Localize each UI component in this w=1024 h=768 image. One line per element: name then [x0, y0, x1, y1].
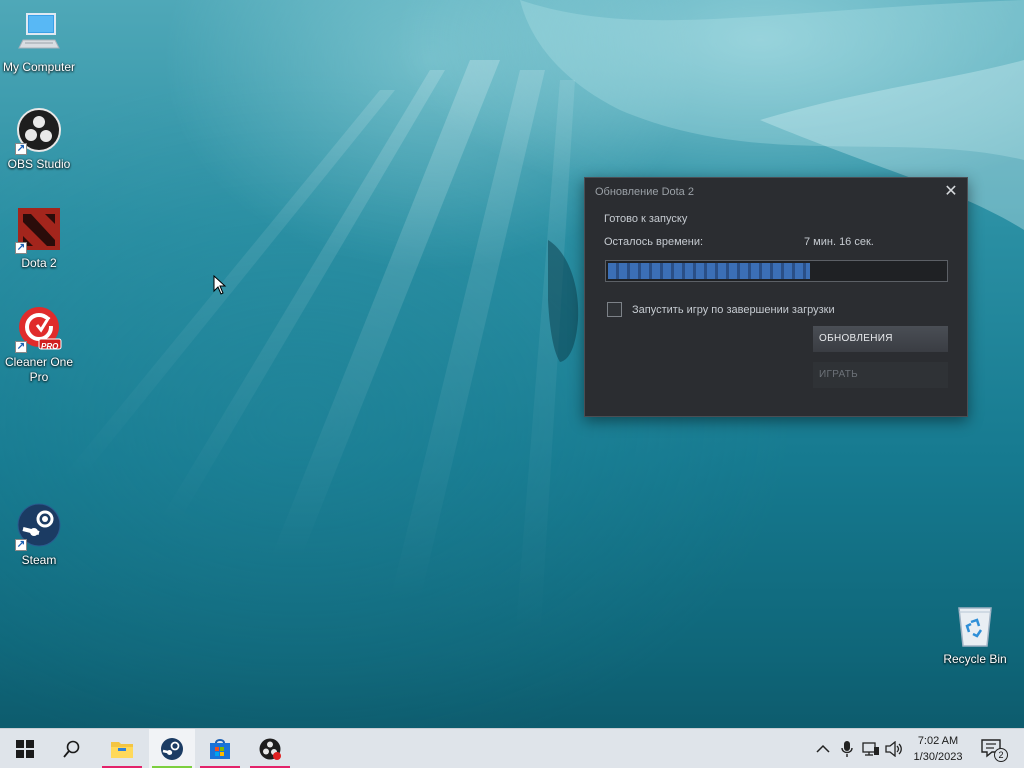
desktop-icon-label: Cleaner One Pro [4, 355, 74, 384]
status-text: Готово к запуску [604, 213, 688, 225]
clock-date: 1/30/2023 [913, 751, 963, 763]
play-button[interactable]: ИГРАТЬ [813, 362, 948, 388]
chevron-up-icon[interactable] [813, 739, 833, 759]
checkbox-label: Запустить игру по завершении загрузки [632, 303, 835, 316]
dota2-update-dialog: Обновление Dota 2 ✕ Готово к запуску Ост… [584, 177, 968, 417]
desktop-icon-label: Steam [21, 553, 57, 567]
steam-icon [161, 738, 183, 760]
microsoft-store-icon [210, 739, 230, 759]
close-icon[interactable]: ✕ [941, 182, 961, 202]
volume-icon[interactable] [884, 739, 904, 759]
download-progress-bar [605, 260, 948, 282]
taskbar-obs-studio[interactable] [247, 729, 293, 768]
start-button[interactable] [2, 729, 48, 768]
notification-center-button[interactable]: 2 [980, 738, 1010, 762]
desktop-icon-label: Dota 2 [21, 256, 57, 270]
shortcut-arrow-icon: ↗ [15, 242, 27, 254]
mouse-cursor-icon [213, 275, 227, 295]
shortcut-arrow-icon: ↗ [15, 143, 27, 155]
progress-fill [608, 263, 811, 279]
launch-after-download-option[interactable]: Запустить игру по завершении загрузки [607, 302, 835, 317]
obs-icon [259, 738, 281, 760]
taskbar-steam[interactable] [149, 729, 195, 768]
taskbar-clock[interactable]: 7:02 AM 1/30/2023 [906, 733, 970, 765]
taskbar-microsoft-store[interactable] [197, 729, 243, 768]
time-remaining-value: 7 мин. 16 сек. [804, 236, 874, 248]
desktop-icon-recycle-bin[interactable]: Recycle Bin [936, 602, 1014, 667]
pro-badge: PRO [41, 342, 59, 351]
desktop-icon-steam[interactable]: ↗ Steam [0, 503, 78, 568]
search-button[interactable] [49, 729, 95, 768]
desktop-icon-cleaner-one-pro[interactable]: PRO ↗ Cleaner One Pro [0, 305, 78, 385]
time-remaining-label: Осталось времени: [604, 236, 704, 248]
notification-count-badge: 2 [994, 748, 1008, 762]
cleaner-one-icon: PRO ↗ [15, 305, 63, 353]
desktop-icon-dota-2[interactable]: ↗ Dota 2 [0, 206, 78, 271]
start-icon [16, 740, 34, 758]
updates-button[interactable]: ОБНОВЛЕНИЯ [813, 326, 948, 352]
microphone-icon[interactable] [837, 739, 857, 759]
desktop-icon-label: OBS Studio [7, 157, 71, 171]
dialog-title: Обновление Dota 2 [595, 186, 694, 198]
desktop-icon-my-computer[interactable]: My Computer [0, 10, 78, 75]
search-icon [63, 740, 80, 758]
recycle-bin-icon [951, 602, 999, 650]
clock-time: 7:02 AM [917, 735, 959, 747]
file-explorer-icon [111, 742, 133, 758]
launch-after-download-checkbox[interactable] [607, 302, 622, 317]
shortcut-arrow-icon: ↗ [15, 539, 27, 551]
dota2-icon: ↗ [15, 206, 63, 254]
network-icon[interactable] [861, 739, 881, 759]
obs-icon: ↗ [15, 107, 63, 155]
taskbar-file-explorer[interactable] [99, 729, 145, 768]
taskbar: 7:02 AM 1/30/2023 2 [0, 728, 1024, 768]
steam-icon: ↗ [15, 503, 63, 551]
desktop-icon-obs-studio[interactable]: ↗ OBS Studio [0, 107, 78, 172]
computer-icon [15, 10, 63, 58]
desktop-icon-label: My Computer [2, 60, 76, 74]
shortcut-arrow-icon: ↗ [15, 341, 27, 353]
desktop-icon-label: Recycle Bin [943, 652, 1007, 666]
